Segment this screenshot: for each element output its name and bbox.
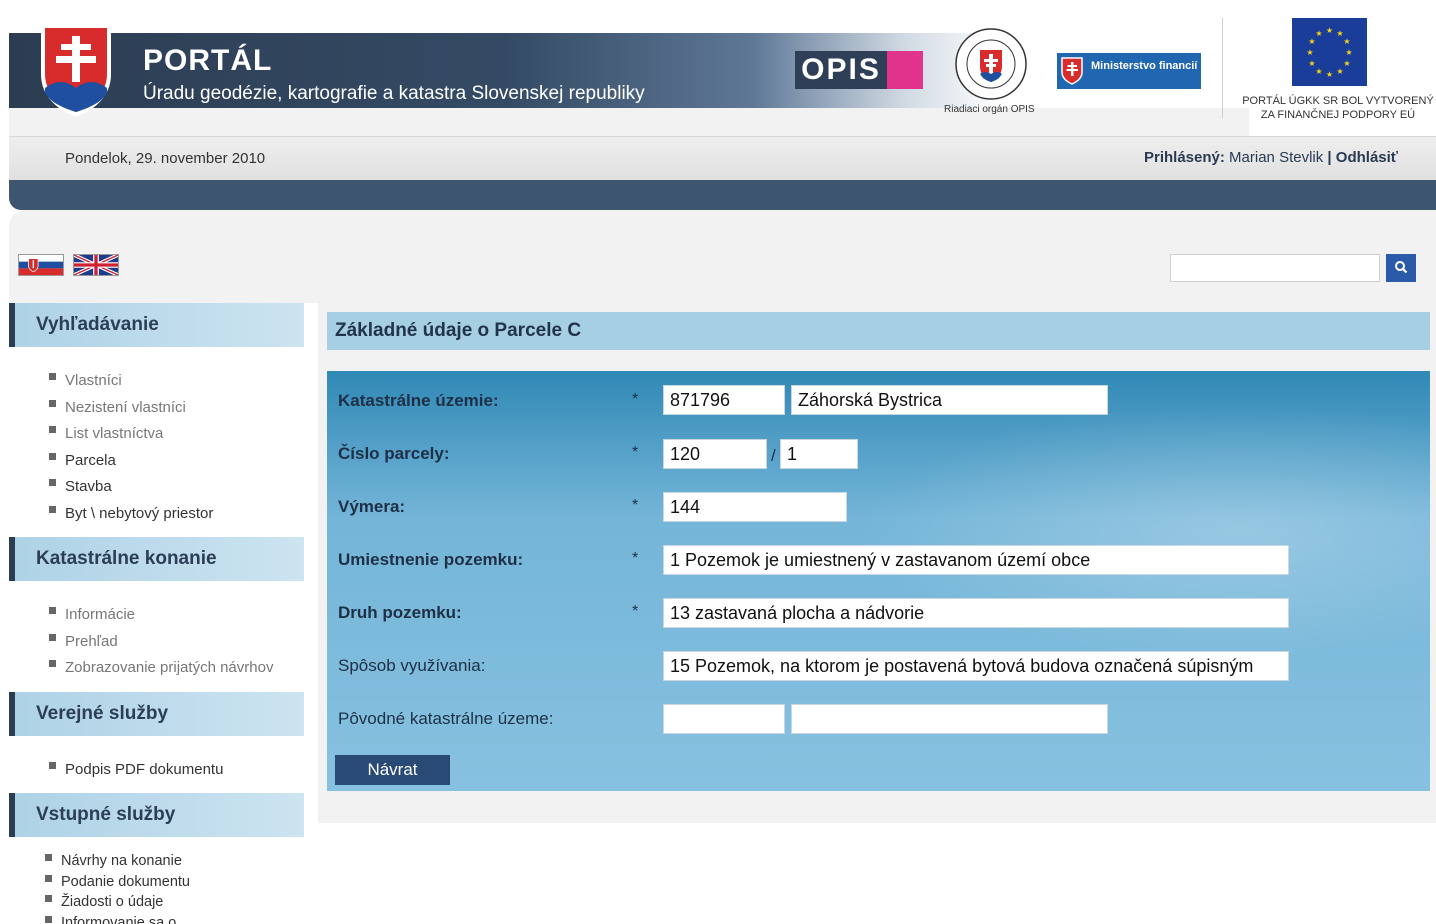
current-date: Pondelok, 29. november 2010 — [65, 150, 266, 167]
kat-uzemie-name-field[interactable]: Záhorská Bystrica — [791, 385, 1108, 415]
required-mark: * — [632, 550, 639, 567]
cislo-parcely-sub-field[interactable]: 1 — [780, 439, 858, 469]
required-mark: * — [632, 603, 639, 620]
sidebar-item-zobrazovanie[interactable]: Zobrazovanie prijatých návrhov — [49, 655, 304, 682]
druh-pozemku-field[interactable]: 13 zastavaná plocha a nádvorie — [663, 598, 1289, 628]
sidebar: Vyhľadávanie Vlastníci Nezistení vlastní… — [9, 303, 304, 924]
flag-sk-icon[interactable] — [18, 254, 64, 276]
svg-text:★: ★ — [1336, 67, 1343, 76]
sidebar-item-podpis-pdf[interactable]: Podpis PDF dokumentu — [49, 757, 304, 784]
druh-pozemku-label: Druh pozemku: — [338, 603, 462, 622]
svg-text:★: ★ — [1345, 48, 1352, 57]
svg-text:★: ★ — [1315, 67, 1322, 76]
umiestnenie-label: Umiestnenie pozemku: — [338, 550, 524, 569]
user-name: Marian Stevlik — [1229, 149, 1324, 166]
sidebar-list-verejne-sluzby: Podpis PDF dokumentu — [9, 736, 304, 794]
header-banner-strip — [9, 108, 1249, 136]
sidebar-item-informovanie[interactable]: Informovanie sa o ... — [45, 913, 304, 924]
cislo-parcely-label: Číslo parcely: — [338, 444, 450, 463]
umiestnenie-field[interactable]: 1 Pozemok je umiestnený v zastavanom úze… — [663, 545, 1289, 575]
svg-text:★: ★ — [1326, 70, 1333, 79]
povodne-uzemie-label: Pôvodné katastrálne územe: — [338, 709, 554, 728]
logout-link[interactable]: Odhlásiť — [1336, 149, 1398, 166]
sidebar-item-list-vlastnictva[interactable]: List vlastníctva — [49, 421, 304, 448]
search-button[interactable] — [1386, 254, 1416, 282]
kat-uzemie-code-field[interactable]: 871796 — [663, 385, 785, 415]
sidebar-heading-vyhladavanie[interactable]: Vyhľadávanie — [9, 303, 304, 347]
header-divider — [1222, 18, 1223, 118]
mf-shield-icon — [1061, 57, 1083, 85]
kat-uzemie-label: Katastrálne územie: — [338, 391, 499, 410]
svg-text:★: ★ — [1343, 37, 1350, 46]
navigation-bar — [9, 180, 1436, 210]
opis-logo[interactable]: OPIS — [795, 51, 927, 89]
seal-caption: Riadiaci orgán OPIS — [944, 104, 1035, 115]
svg-text:★: ★ — [1306, 48, 1313, 57]
eu-flag-icon[interactable]: ★ ★★ ★★★ ★★★ ★★★ — [1292, 18, 1367, 86]
cislo-parcely-main-field[interactable]: 120 — [663, 439, 767, 469]
logged-in-label: Prihlásený: — [1144, 149, 1225, 166]
search-input[interactable] — [1170, 254, 1380, 282]
sidebar-list-vyhladavanie: Vlastníci Nezistení vlastníci List vlast… — [9, 347, 304, 537]
sidebar-item-navrhy[interactable]: Návrhy na konanie — [45, 851, 304, 872]
sposob-vyuzivania-label: Spôsob využívania: — [338, 656, 486, 675]
sidebar-list-vstupne-sluzby: Návrhy na konanie Podanie dokumentu Žiad… — [9, 837, 304, 924]
sidebar-item-informacie[interactable]: Informácie — [49, 602, 304, 629]
back-button[interactable]: Návrat — [335, 755, 450, 785]
required-mark: * — [632, 444, 639, 461]
user-status: Prihlásený: Marian Stevlik | Odhlásiť — [1144, 149, 1398, 166]
svg-text:★: ★ — [1315, 29, 1322, 38]
sidebar-item-podanie[interactable]: Podanie dokumentu — [45, 872, 304, 893]
sidebar-heading-verejne-sluzby[interactable]: Verejné služby — [9, 691, 304, 736]
user-separator: | — [1327, 149, 1332, 166]
svg-text:★: ★ — [1308, 59, 1315, 68]
sidebar-item-ziadosti[interactable]: Žiadosti o údaje — [45, 892, 304, 913]
opis-logo-accent — [887, 51, 923, 89]
eu-caption: PORTÁL ÚGKK SR BOL VYTVORENÝ ZA FINANČNE… — [1240, 94, 1436, 122]
povodne-uzemie-name-field[interactable] — [791, 704, 1108, 734]
slovak-coat-of-arms-icon[interactable] — [37, 22, 115, 118]
sidebar-item-stavba[interactable]: Stavba — [49, 474, 304, 501]
sidebar-item-prehlad[interactable]: Prehľad — [49, 629, 304, 656]
background-decoration — [790, 381, 1430, 681]
eu-caption-line-1: PORTÁL ÚGKK SR BOL VYTVORENÝ — [1242, 95, 1434, 107]
sidebar-heading-vstupne-sluzby[interactable]: Vstupné služby — [9, 793, 304, 837]
sidebar-item-vlastnici[interactable]: Vlastníci — [49, 368, 304, 395]
svg-text:★: ★ — [1308, 37, 1315, 46]
sidebar-item-byt[interactable]: Byt \ nebytový priestor — [49, 501, 304, 528]
ministry-of-finance-logo[interactable]: Ministerstvo financií — [1057, 53, 1201, 89]
sidebar-heading-katastralne-konanie[interactable]: Katastrálne konanie — [9, 537, 304, 581]
vymera-field[interactable]: 144 — [663, 492, 847, 522]
flag-uk-icon[interactable] — [73, 254, 119, 276]
opis-logo-text: OPIS — [795, 51, 887, 89]
government-seal-icon[interactable] — [955, 28, 1027, 100]
sposob-vyuzivania-field[interactable]: 15 Pozemok, na ktorom je postavená bytov… — [663, 651, 1289, 681]
sidebar-item-nezisteni-vlastnici[interactable]: Nezistení vlastníci — [49, 395, 304, 422]
portal-title[interactable]: PORTÁL — [143, 44, 272, 78]
required-mark: * — [632, 497, 639, 514]
parcel-number-slash: / — [771, 446, 776, 465]
sidebar-item-parcela[interactable]: Parcela — [49, 448, 304, 475]
svg-text:★: ★ — [1326, 26, 1333, 35]
required-mark: * — [632, 391, 639, 408]
search-icon — [1395, 260, 1408, 273]
portal-subtitle: Úradu geodézie, kartografie a katastra S… — [143, 83, 645, 104]
page-title: Základné údaje o Parcele C — [327, 312, 1430, 350]
svg-text:★: ★ — [1343, 59, 1350, 68]
mf-logo-text: Ministerstvo financií — [1091, 60, 1198, 72]
eu-caption-line-2: ZA FINANČNEJ PODPORY EÚ — [1260, 109, 1416, 121]
sidebar-list-katastralne-konanie: Informácie Prehľad Zobrazovanie prijatýc… — [9, 581, 304, 692]
povodne-uzemie-code-field[interactable] — [663, 704, 785, 734]
vymera-label: Výmera: — [338, 497, 406, 516]
